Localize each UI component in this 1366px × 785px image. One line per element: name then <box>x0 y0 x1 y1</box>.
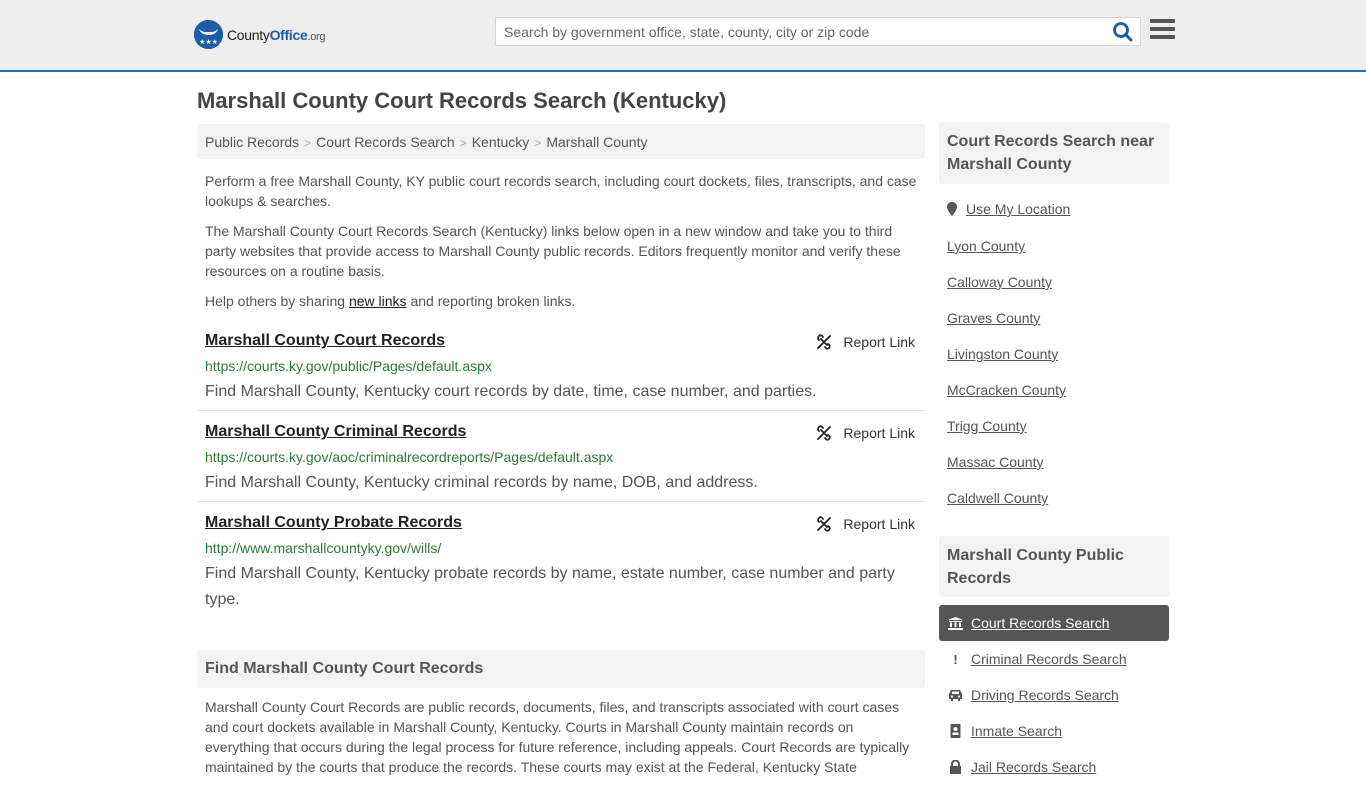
breadcrumb-kentucky[interactable]: Kentucky <box>472 134 530 150</box>
sidebar-item-label[interactable]: Driving Records Search <box>971 687 1119 703</box>
sidebar-item-label[interactable]: Criminal Records Search <box>971 651 1127 667</box>
record-description: Find Marshall County, Kentucky criminal … <box>205 474 758 491</box>
record-item: Marshall County Criminal Records Report … <box>197 417 925 502</box>
nearby-county-link[interactable]: Caldwell County <box>947 490 1048 506</box>
id-badge-icon <box>950 724 961 738</box>
search-button[interactable] <box>1112 21 1134 43</box>
sidebar-item-label[interactable]: Court Records Search <box>971 615 1110 631</box>
help-paragraph: Help others by sharing new links and rep… <box>205 293 576 309</box>
breadcrumb-court-records-search[interactable]: Court Records Search <box>316 134 455 150</box>
exclamation-icon: ! <box>953 651 958 667</box>
sidebar-item-inmate-search[interactable]: Inmate Search <box>939 713 1169 749</box>
broken-link-icon <box>817 334 832 350</box>
sidebar-item-driving-records-search[interactable]: Driving Records Search <box>939 677 1169 713</box>
nearby-county-link[interactable]: Massac County <box>947 454 1043 470</box>
nearby-county-link[interactable]: Livingston County <box>947 346 1058 362</box>
sidebar-item-label[interactable]: Inmate Search <box>971 723 1062 739</box>
intro-paragraph: Perform a free Marshall County, KY publi… <box>205 173 917 209</box>
nearby-county-link[interactable]: Calloway County <box>947 274 1052 290</box>
record-url-link[interactable]: https://courts.ky.gov/aoc/criminalrecord… <box>205 449 613 465</box>
record-item: Marshall County Court Records Report Lin… <box>197 326 925 411</box>
institution-icon <box>948 616 963 630</box>
use-location-row: Use My Location <box>947 201 1070 217</box>
map-pin-icon <box>947 202 957 216</box>
breadcrumb: Public Records > Court Records Search > Kent… <box>197 124 925 159</box>
search-input[interactable] <box>496 18 1106 45</box>
intro-text: Perform a free Marshall County, KY publi… <box>205 171 921 321</box>
eagle-logo-icon: ★★★ <box>194 20 223 49</box>
report-link-button[interactable]: Report Link <box>816 516 915 532</box>
record-url-link[interactable]: https://courts.ky.gov/public/Pages/defau… <box>205 358 492 374</box>
record-title-link[interactable]: Marshall County Criminal Records <box>205 423 466 441</box>
breadcrumb-public-records[interactable]: Public Records <box>205 134 299 150</box>
nearby-county-link[interactable]: Lyon County <box>947 238 1025 254</box>
find-records-body: Marshall County Court Records are public… <box>205 699 910 775</box>
record-title-link[interactable]: Marshall County Court Records <box>205 332 445 350</box>
breadcrumb-separator: > <box>459 136 467 150</box>
use-my-location-link[interactable]: Use My Location <box>966 201 1070 217</box>
lock-icon <box>950 760 961 774</box>
car-icon <box>949 690 962 701</box>
nearby-county-link[interactable]: McCracken County <box>947 382 1066 398</box>
search-box <box>495 17 1141 46</box>
record-title-link[interactable]: Marshall County Probate Records <box>205 514 462 532</box>
breadcrumb-marshall-county[interactable]: Marshall County <box>546 134 647 150</box>
sidebar-item-court-records-search[interactable]: Court Records Search <box>939 605 1169 641</box>
new-links-link[interactable]: new links <box>349 293 407 309</box>
report-link-button[interactable]: Report Link <box>816 334 915 350</box>
menu-bar <box>1150 19 1175 23</box>
logo-text: CountyOffice.org <box>227 26 326 43</box>
site-header: ★★★ CountyOffice.org <box>0 0 1366 72</box>
sidebar-item-label[interactable]: Jail Records Search <box>971 759 1096 775</box>
menu-bar <box>1150 27 1175 31</box>
record-url-link[interactable]: http://www.marshallcountyky.gov/wills/ <box>205 540 441 556</box>
sidebar-item-jail-records-search[interactable]: Jail Records Search <box>939 749 1169 785</box>
broken-link-icon <box>817 425 832 441</box>
report-link-button[interactable]: Report Link <box>816 425 915 441</box>
breadcrumb-separator: > <box>534 136 542 150</box>
page-title: Marshall County Court Records Search (Ke… <box>197 88 727 113</box>
site-logo[interactable]: ★★★ CountyOffice.org <box>194 20 326 49</box>
find-records-heading: Find Marshall County Court Records <box>197 650 925 688</box>
breadcrumb-separator: > <box>304 136 312 150</box>
search-icon <box>1113 22 1133 42</box>
svg-text:★★★: ★★★ <box>199 38 218 46</box>
record-description: Find Marshall County, Kentucky probate r… <box>205 565 895 608</box>
public-records-heading: Marshall County Public Records <box>939 536 1169 597</box>
record-item: Marshall County Probate Records Report L… <box>197 508 925 613</box>
broken-link-icon <box>817 516 832 532</box>
nearby-county-link[interactable]: Trigg County <box>947 418 1027 434</box>
intro-paragraph: The Marshall County Court Records Search… <box>205 223 901 279</box>
record-description: Find Marshall County, Kentucky court rec… <box>205 383 817 400</box>
sidebar-item-criminal-records-search[interactable]: ! Criminal Records Search <box>939 641 1169 677</box>
hamburger-menu-button[interactable] <box>1150 19 1175 41</box>
nearby-heading: Court Records Search near Marshall Count… <box>939 122 1169 184</box>
nearby-county-link[interactable]: Graves County <box>947 310 1040 326</box>
menu-bar <box>1150 35 1175 39</box>
